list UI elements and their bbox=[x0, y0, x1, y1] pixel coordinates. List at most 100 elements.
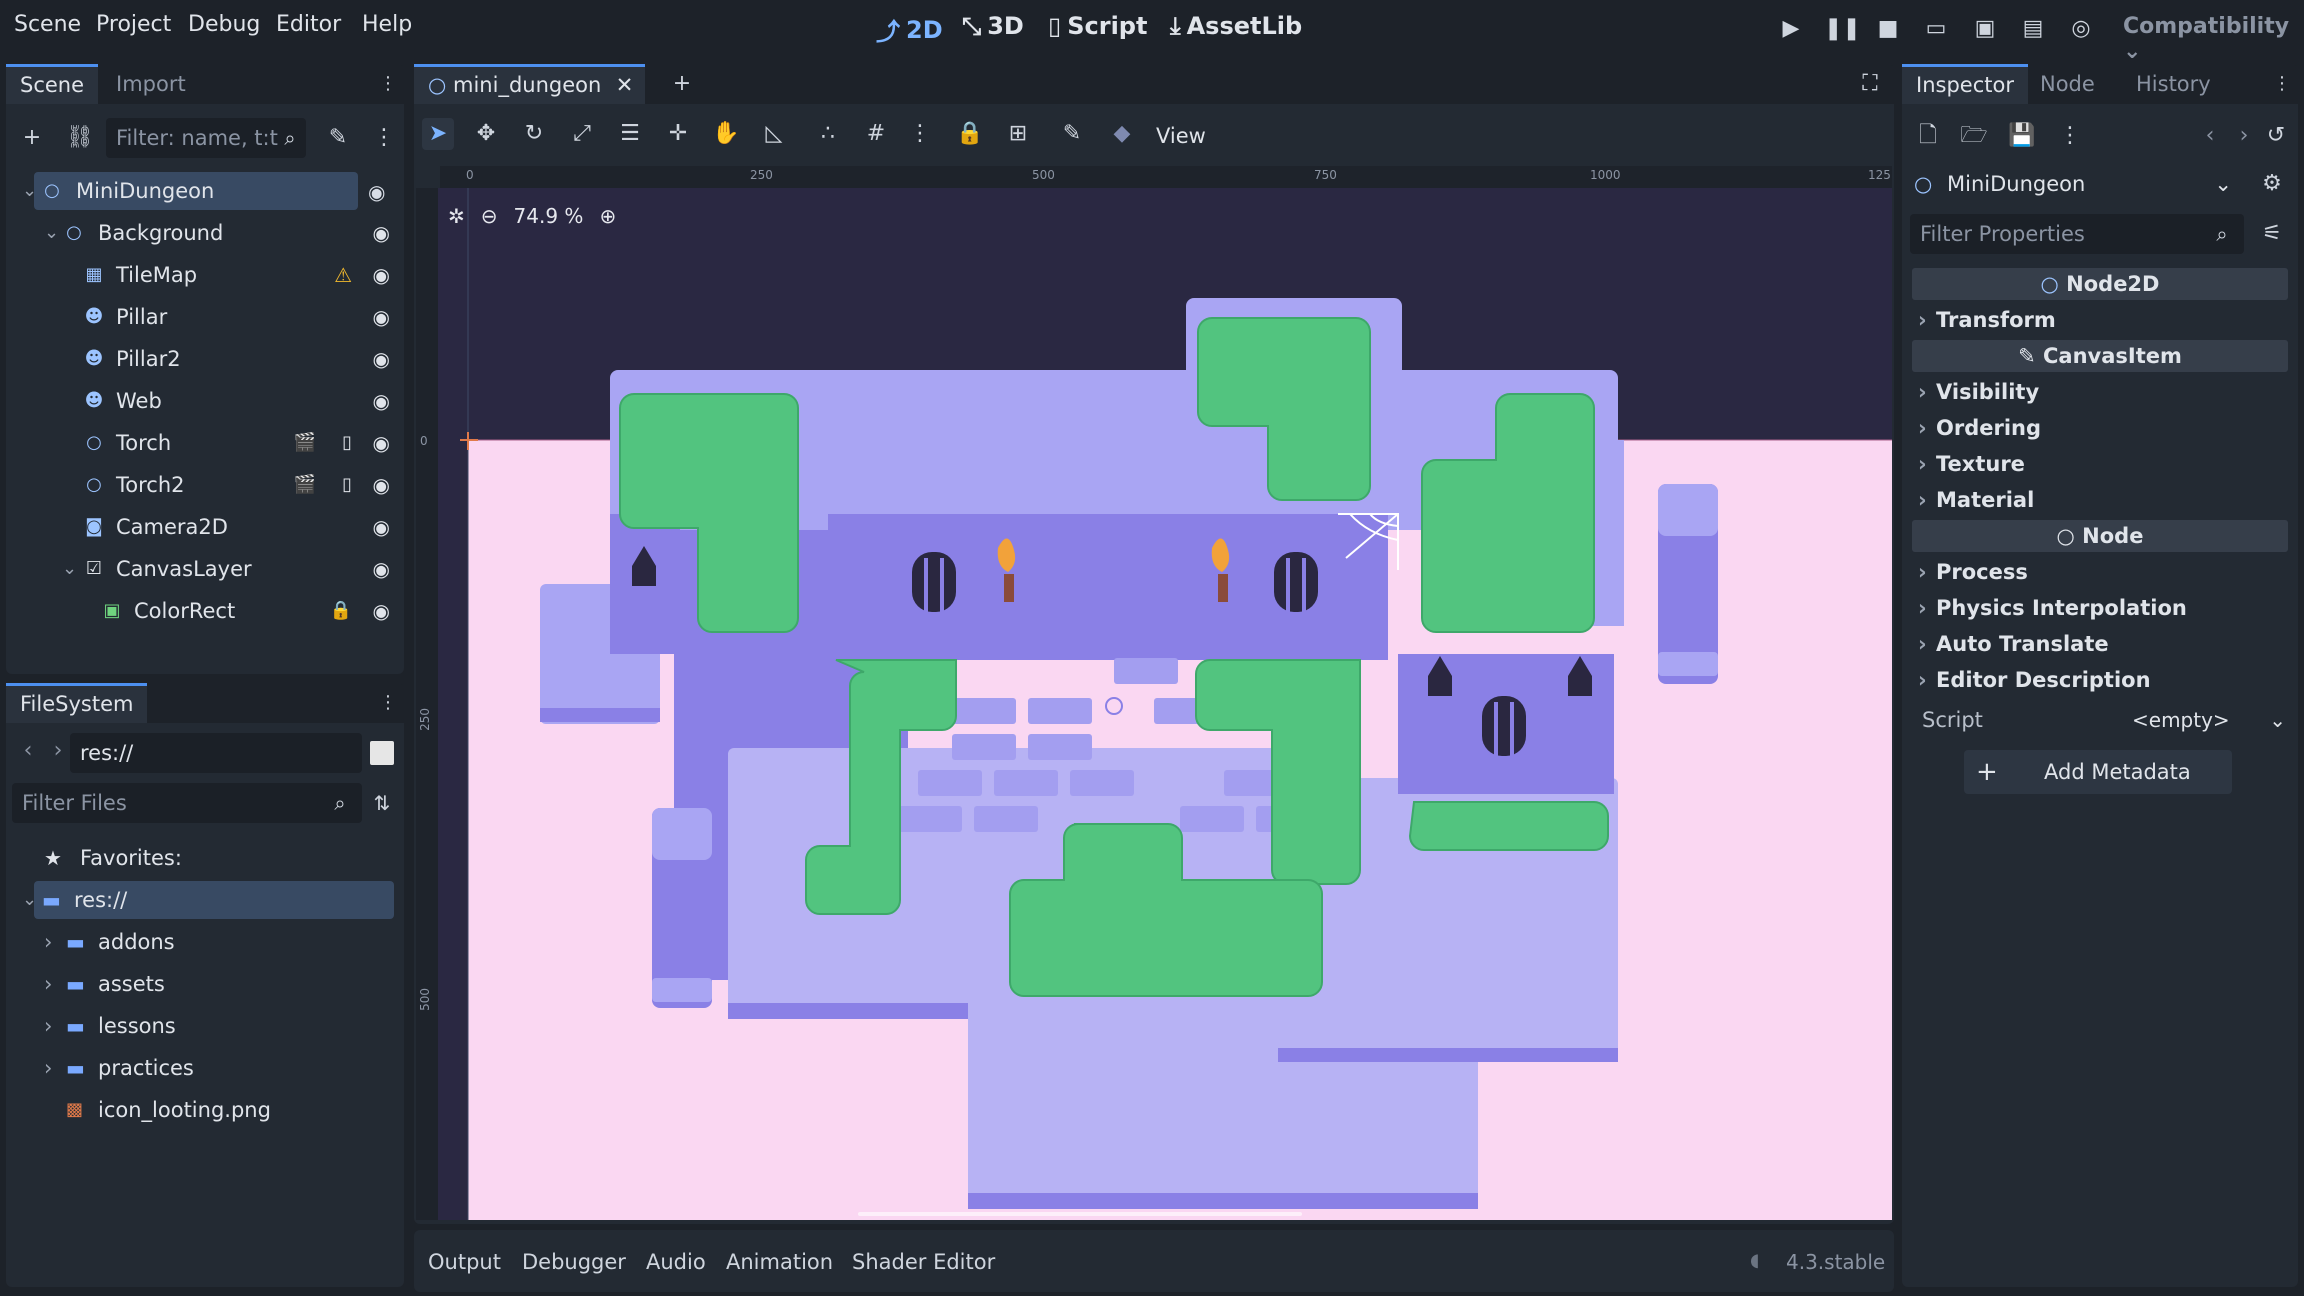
menu-scene[interactable]: Scene bbox=[14, 12, 81, 37]
save-resource-icon[interactable]: 💾 bbox=[2006, 120, 2038, 152]
stop-icon[interactable]: ■ bbox=[1873, 14, 1903, 44]
ruler-mode-icon[interactable]: ◺ bbox=[758, 118, 790, 150]
tree-node-web[interactable]: ☻ Web ◉ bbox=[14, 382, 396, 420]
class-header-node2d[interactable]: ○ Node2D bbox=[1912, 268, 2288, 300]
dock-menu-icon[interactable]: ⋮ bbox=[372, 687, 404, 719]
folder-practices[interactable]: › ▬ practices bbox=[14, 1049, 396, 1087]
tab-output[interactable]: Output bbox=[428, 1250, 501, 1274]
tree-node-pillar2[interactable]: ☻ Pillar2 ◉ bbox=[14, 340, 396, 378]
script-icon[interactable]: ▯ bbox=[342, 424, 352, 462]
add-metadata-button[interactable]: + Add Metadata bbox=[1964, 750, 2232, 794]
open-resource-icon[interactable]: 🗁 bbox=[1958, 120, 1990, 152]
script-property-value[interactable]: <empty> ⌄ bbox=[2102, 702, 2292, 738]
open-scene-icon[interactable]: 🎬 bbox=[294, 424, 316, 462]
skeleton-icon[interactable]: ✎ bbox=[1056, 118, 1088, 150]
tab-node[interactable]: Node bbox=[2026, 64, 2109, 104]
visibility-eye-icon[interactable]: ◉ bbox=[373, 340, 390, 378]
sort-icon[interactable]: ⇅ bbox=[366, 787, 398, 819]
tab-import[interactable]: Import bbox=[102, 64, 200, 104]
select-mode-icon[interactable]: ➤ bbox=[422, 118, 454, 150]
folder-assets[interactable]: › ▬ assets bbox=[14, 965, 396, 1003]
expand-arrow-icon[interactable]: › bbox=[44, 965, 52, 1003]
center-view-icon[interactable]: ✲ bbox=[448, 204, 465, 228]
class-header-node[interactable]: ○ Node bbox=[1912, 520, 2288, 552]
tree-node-minidungeon[interactable]: ○ MiniDungeon bbox=[34, 172, 358, 210]
visibility-eye-icon[interactable]: ◉ bbox=[373, 298, 390, 336]
menu-help[interactable]: Help bbox=[362, 12, 412, 37]
visibility-eye-icon[interactable]: ◉ bbox=[373, 466, 390, 504]
new-tab-icon[interactable]: + bbox=[666, 68, 698, 100]
tree-node-pillar[interactable]: ☻ Pillar ◉ bbox=[14, 298, 396, 336]
tree-node-canvaslayer[interactable]: ⌄ ☑ CanvasLayer ◉ bbox=[14, 550, 396, 588]
tree-node-torch[interactable]: ○ Torch 🎬 ▯ ◉ bbox=[14, 424, 396, 462]
section-editor-description[interactable]: Editor Description bbox=[1912, 664, 2288, 696]
folder-lessons[interactable]: › ▬ lessons bbox=[14, 1007, 396, 1045]
script-icon[interactable]: ▯ bbox=[342, 466, 352, 504]
section-visibility[interactable]: Visibility bbox=[1912, 376, 2288, 408]
grid-snap-icon[interactable]: # bbox=[860, 118, 892, 150]
play-scene-icon[interactable]: ▣ bbox=[1970, 14, 2000, 44]
expand-arrow-icon[interactable]: › bbox=[44, 923, 52, 961]
tab-audio[interactable]: Audio bbox=[646, 1250, 706, 1274]
visibility-eye-icon[interactable]: ◉ bbox=[373, 214, 390, 252]
split-view-icon[interactable] bbox=[370, 741, 394, 765]
visibility-eye-icon[interactable]: ◉ bbox=[373, 382, 390, 420]
history-back-icon[interactable]: ‹ bbox=[2194, 120, 2226, 152]
tree-node-camera2d[interactable]: ◙ Camera2D ◉ bbox=[14, 508, 396, 546]
play-icon[interactable]: ▶ bbox=[1776, 14, 1806, 44]
workspace-assetlib-button[interactable]: ⤓ AssetLib bbox=[1170, 12, 1302, 40]
section-ordering[interactable]: Ordering bbox=[1912, 412, 2288, 444]
tab-shader-editor[interactable]: Shader Editor bbox=[852, 1250, 995, 1274]
history-forward-icon[interactable]: › bbox=[2228, 120, 2260, 152]
menu-debug[interactable]: Debug bbox=[188, 12, 260, 37]
expand-arrow-icon[interactable]: › bbox=[44, 1049, 52, 1087]
collapse-arrow-icon[interactable]: ⌄ bbox=[44, 214, 59, 252]
class-header-canvasitem[interactable]: ✎ CanvasItem bbox=[1912, 340, 2288, 372]
folder-res-root[interactable]: ▬ res:// bbox=[34, 881, 394, 919]
distraction-free-icon[interactable]: ⛶ bbox=[1854, 68, 1886, 100]
object-history-icon[interactable]: ↺ bbox=[2260, 120, 2292, 152]
zoom-out-icon[interactable]: ⊖ bbox=[481, 204, 498, 228]
list-select-icon[interactable]: ☰ bbox=[614, 118, 646, 150]
workspace-script-button[interactable]: ▯ Script bbox=[1048, 12, 1147, 40]
visibility-eye-icon[interactable]: ◉ bbox=[373, 256, 390, 294]
tree-node-tilemap[interactable]: ▦ TileMap ⚠ ◉ bbox=[14, 256, 396, 294]
renderer-select[interactable]: Compatibility ⌄ bbox=[2123, 14, 2304, 64]
scale-mode-icon[interactable]: ⤢ bbox=[566, 118, 598, 150]
scene-options-icon[interactable]: ⋮ bbox=[368, 122, 400, 154]
favorites-row[interactable]: ★ Favorites: bbox=[14, 839, 396, 877]
dock-menu-icon[interactable]: ⋮ bbox=[372, 68, 404, 100]
visibility-eye-icon[interactable]: ◉ bbox=[373, 424, 390, 462]
collapse-arrow-icon[interactable]: ⌄ bbox=[22, 180, 37, 201]
lock-icon[interactable]: 🔒 bbox=[330, 592, 352, 630]
collapse-arrow-icon[interactable]: ⌄ bbox=[62, 550, 77, 588]
group-icon[interactable]: ⊞ bbox=[1002, 118, 1034, 150]
visibility-eye-icon[interactable]: ◉ bbox=[373, 550, 390, 588]
workspace-3d-button[interactable]: ⤡ 3D bbox=[962, 12, 1024, 40]
menu-editor[interactable]: Editor bbox=[276, 12, 341, 37]
object-selector[interactable]: ○ MiniDungeon ⌄ bbox=[1910, 164, 2240, 204]
menu-project[interactable]: Project bbox=[96, 12, 171, 37]
tab-scene[interactable]: Scene bbox=[6, 64, 99, 104]
section-auto-translate[interactable]: Auto Translate bbox=[1912, 628, 2288, 660]
smart-snap-icon[interactable]: ∴ bbox=[812, 118, 844, 150]
zoom-level[interactable]: 74.9 % bbox=[514, 204, 584, 228]
property-filter-options-icon[interactable]: ⚟ bbox=[2256, 218, 2288, 250]
section-physics-interpolation[interactable]: Physics Interpolation bbox=[1912, 592, 2288, 624]
warning-icon[interactable]: ⚠ bbox=[334, 256, 352, 294]
viewport-2d[interactable]: ✲ ⊖ 74.9 % ⊕ bbox=[438, 188, 1892, 1220]
view-menu[interactable]: View bbox=[1156, 124, 1206, 148]
object-properties-icon[interactable]: ⚙ bbox=[2256, 168, 2288, 200]
attach-script-icon[interactable]: ✎ bbox=[322, 122, 354, 154]
visibility-eye-icon[interactable]: ◉ bbox=[373, 508, 390, 546]
movie-maker-icon[interactable]: ◎ bbox=[2066, 14, 2096, 44]
path-field[interactable]: res:// bbox=[70, 733, 362, 773]
tab-history[interactable]: History bbox=[2122, 64, 2225, 104]
workspace-2d-button[interactable]: ⤴ 2D bbox=[876, 12, 943, 47]
back-icon[interactable]: ‹ bbox=[12, 735, 44, 767]
instance-scene-icon[interactable]: ⛓ bbox=[64, 122, 96, 154]
tab-animation[interactable]: Animation bbox=[726, 1250, 833, 1274]
remote-debug-icon[interactable]: ▭ bbox=[1921, 14, 1951, 44]
lock-icon[interactable]: 🔒 bbox=[954, 118, 986, 150]
tab-mini-dungeon[interactable]: ○ mini_dungeon ✕ bbox=[414, 64, 646, 104]
